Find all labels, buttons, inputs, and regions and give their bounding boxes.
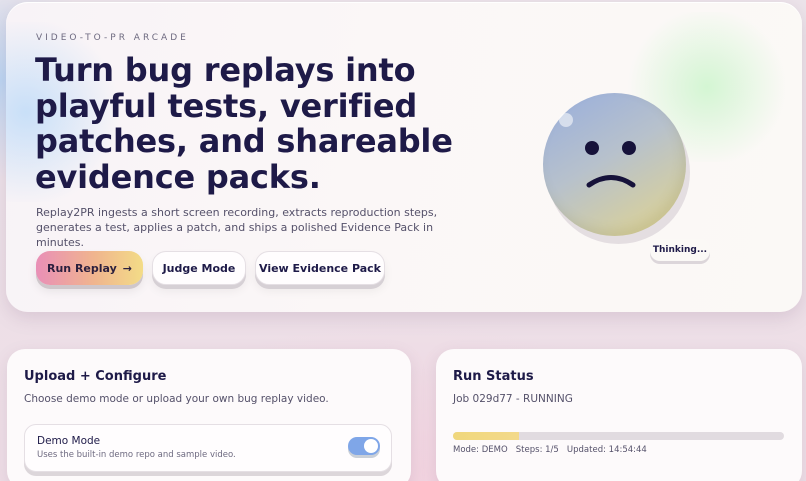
upload-configure-card: Upload + Configure Choose demo mode or u…	[7, 349, 411, 481]
upload-card-title: Upload + Configure	[24, 369, 167, 384]
mascot-right-eye	[622, 141, 636, 155]
thinking-bubble: Thinking...	[650, 239, 710, 261]
hero-card: VIDEO-TO-PR ARCADE Turn bug replays into…	[6, 2, 802, 312]
mascot	[543, 93, 690, 244]
meta-spacer	[508, 445, 516, 455]
meta-spacer	[559, 445, 567, 455]
upload-card-description: Choose demo mode or upload your own bug …	[24, 393, 329, 405]
run-updated: Updated: 14:54:44	[566, 445, 647, 455]
judge-mode-label: Judge Mode	[162, 261, 236, 275]
hero-headline: Turn bug replays into playful tests, ver…	[35, 51, 453, 196]
run-replay-label: Run Replay	[46, 261, 117, 275]
demo-mode-option: Demo Mode Uses the built-in demo repo an…	[24, 424, 392, 472]
run-progress-fill	[453, 432, 520, 440]
mascot-shine	[559, 113, 573, 127]
run-replay-button[interactable]: Run Replay →	[36, 251, 143, 285]
view-evidence-pack-label: View Evidence Pack	[259, 261, 381, 275]
run-meta: Mode: DEMO Steps: 1/5 Updated: 14:54:44	[453, 445, 647, 455]
demo-mode-label: Demo Mode	[37, 435, 101, 447]
sad-face-icon	[543, 93, 686, 236]
demo-mode-description: Uses the built-in demo repo and sample v…	[37, 450, 236, 460]
toggle-knob	[364, 439, 378, 453]
demo-mode-toggle[interactable]	[348, 437, 380, 455]
run-mode: Mode: DEMO	[453, 445, 508, 455]
view-evidence-pack-button[interactable]: View Evidence Pack	[255, 251, 385, 285]
mascot-frown	[586, 175, 636, 188]
job-status-text: Job 029d77 - RUNNING	[453, 393, 573, 405]
run-status-title: Run Status	[453, 369, 534, 384]
hero-eyebrow: VIDEO-TO-PR ARCADE	[36, 33, 189, 43]
run-status-card: Run Status Job 029d77 - RUNNING Mode: DE…	[436, 349, 802, 481]
judge-mode-button[interactable]: Judge Mode	[152, 251, 246, 285]
run-steps: Steps: 1/5	[515, 445, 559, 455]
mascot-left-eye	[585, 141, 599, 155]
hero-subtext: Replay2PR ingests a short screen recordi…	[36, 206, 438, 249]
run-progress-bar	[453, 432, 784, 440]
arrow-right-icon: →	[122, 261, 132, 275]
